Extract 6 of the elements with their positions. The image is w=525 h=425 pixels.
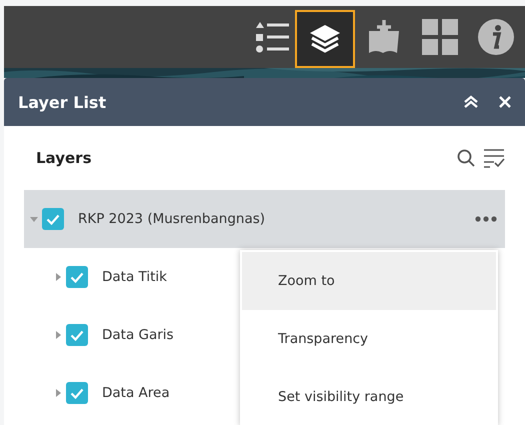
section-heading: Layers [36,149,92,167]
layer-name: Data Garis [102,327,174,343]
layer-name: Data Area [102,385,170,401]
panel-title: Layer List [18,92,108,112]
layer-name: RKP 2023 (Musrenbangnas) [78,211,266,227]
layer-name: Data Titik [102,269,167,285]
